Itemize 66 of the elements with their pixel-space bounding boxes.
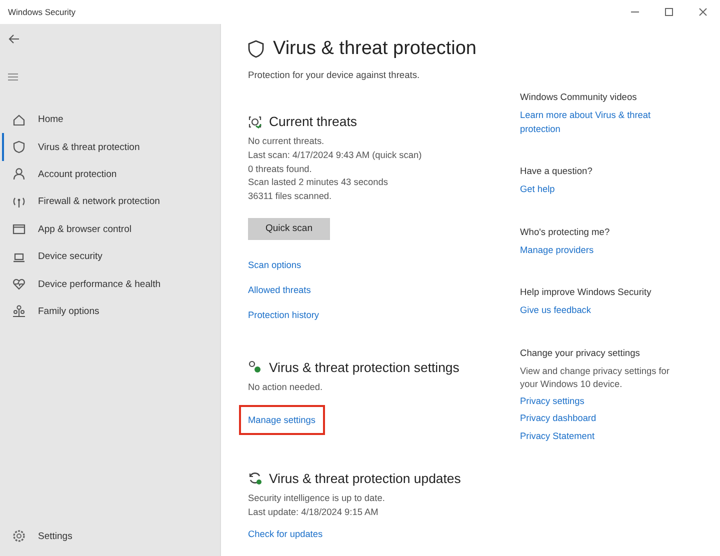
nav-label: Virus & threat protection: [38, 142, 140, 153]
menu-icon[interactable]: [8, 73, 18, 81]
aside-heading: Help improve Windows Security: [520, 286, 652, 299]
window-title: Windows Security: [8, 7, 77, 17]
home-icon: [12, 112, 26, 127]
link[interactable]: Check for updates: [246, 525, 325, 544]
nav-label: Firewall & network protection: [38, 196, 160, 208]
nav-label: Family options: [38, 306, 100, 317]
link[interactable]: Give us feedback: [520, 304, 670, 318]
status-text: No action needed.: [248, 380, 324, 394]
page-title: Virus & threat protection: [273, 38, 476, 60]
nav-item[interactable]: Home: [2, 106, 220, 134]
heart-icon: [12, 277, 26, 292]
scan-icon: [248, 114, 262, 128]
status-text: 36311 files scanned.: [248, 190, 333, 204]
shield-icon: [248, 40, 264, 58]
status-text: 0 threats found.: [248, 162, 313, 176]
people-icon: [12, 304, 26, 318]
gear-icon: [12, 529, 26, 544]
link[interactable]: Privacy dashboard: [520, 412, 670, 426]
back-arrow-icon[interactable]: [8, 34, 20, 44]
person-icon: [12, 167, 26, 182]
aside-heading: Who's protecting me?: [520, 226, 611, 238]
window-icon: [12, 222, 26, 236]
status-text: Last scan: 4/17/2024 9:43 AM (quick scan): [248, 148, 423, 162]
link[interactable]: Manage providers: [520, 244, 670, 257]
nav-label: Settings: [38, 530, 72, 542]
nav-label: Home: [38, 114, 64, 126]
aside-heading: Change your privacy settings: [520, 346, 641, 360]
nav-item[interactable]: App & browser control: [2, 216, 220, 243]
nav-item[interactable]: Family options: [2, 298, 220, 326]
link[interactable]: Learn more about Virus & threat protection: [520, 109, 670, 136]
nav-item[interactable]: Account protection: [2, 160, 220, 188]
status-text: Security intelligence is up to date.: [248, 492, 386, 505]
nav-item[interactable]: Settings: [2, 522, 220, 550]
link[interactable]: Get help: [520, 183, 670, 196]
status-text: Last update: 4/18/2024 9:15 AM: [248, 506, 380, 519]
nav-item[interactable]: Device performance & health: [2, 270, 220, 298]
status-text: No current threats.: [248, 135, 326, 148]
maximize-icon[interactable]: [664, 7, 674, 17]
status-text: Scan lasted 2 minutes 43 seconds: [248, 176, 389, 190]
aside-heading: Have a question?: [520, 165, 594, 178]
aside-heading: Windows Community videos: [520, 91, 638, 104]
link[interactable]: Allowed threats: [246, 280, 313, 299]
section-heading: Current threats: [269, 114, 357, 129]
page-subtitle: Protection for your device against threats.: [248, 70, 421, 80]
link[interactable]: Manage settings: [239, 404, 326, 435]
nav-label: Account protection: [38, 168, 117, 180]
section-heading: Virus & threat protection settings: [269, 360, 460, 375]
close-icon[interactable]: [698, 7, 708, 17]
nav-item[interactable]: Virus & threat protection: [2, 133, 220, 161]
link[interactable]: Scan options: [246, 256, 304, 274]
nav-item[interactable]: Device security: [2, 242, 220, 270]
section-heading: Virus & threat protection updates: [269, 470, 461, 486]
link[interactable]: Privacy settings: [520, 394, 670, 408]
link[interactable]: Privacy Statement: [520, 430, 670, 443]
shield-icon: [12, 140, 26, 154]
refresh-icon: [248, 471, 262, 486]
nav-label: App & browser control: [38, 224, 132, 235]
link[interactable]: Protection history: [246, 306, 321, 324]
nav-item[interactable]: Firewall & network protection: [2, 188, 220, 216]
nav-label: Device security: [38, 251, 102, 262]
aside-text: View and change privacy settings for your Windows 10 device.: [520, 364, 670, 391]
settings-check-icon: [248, 360, 262, 374]
quick-scan-button[interactable]: Quick scan: [248, 218, 330, 240]
nav-label: Device performance & health: [38, 278, 161, 290]
